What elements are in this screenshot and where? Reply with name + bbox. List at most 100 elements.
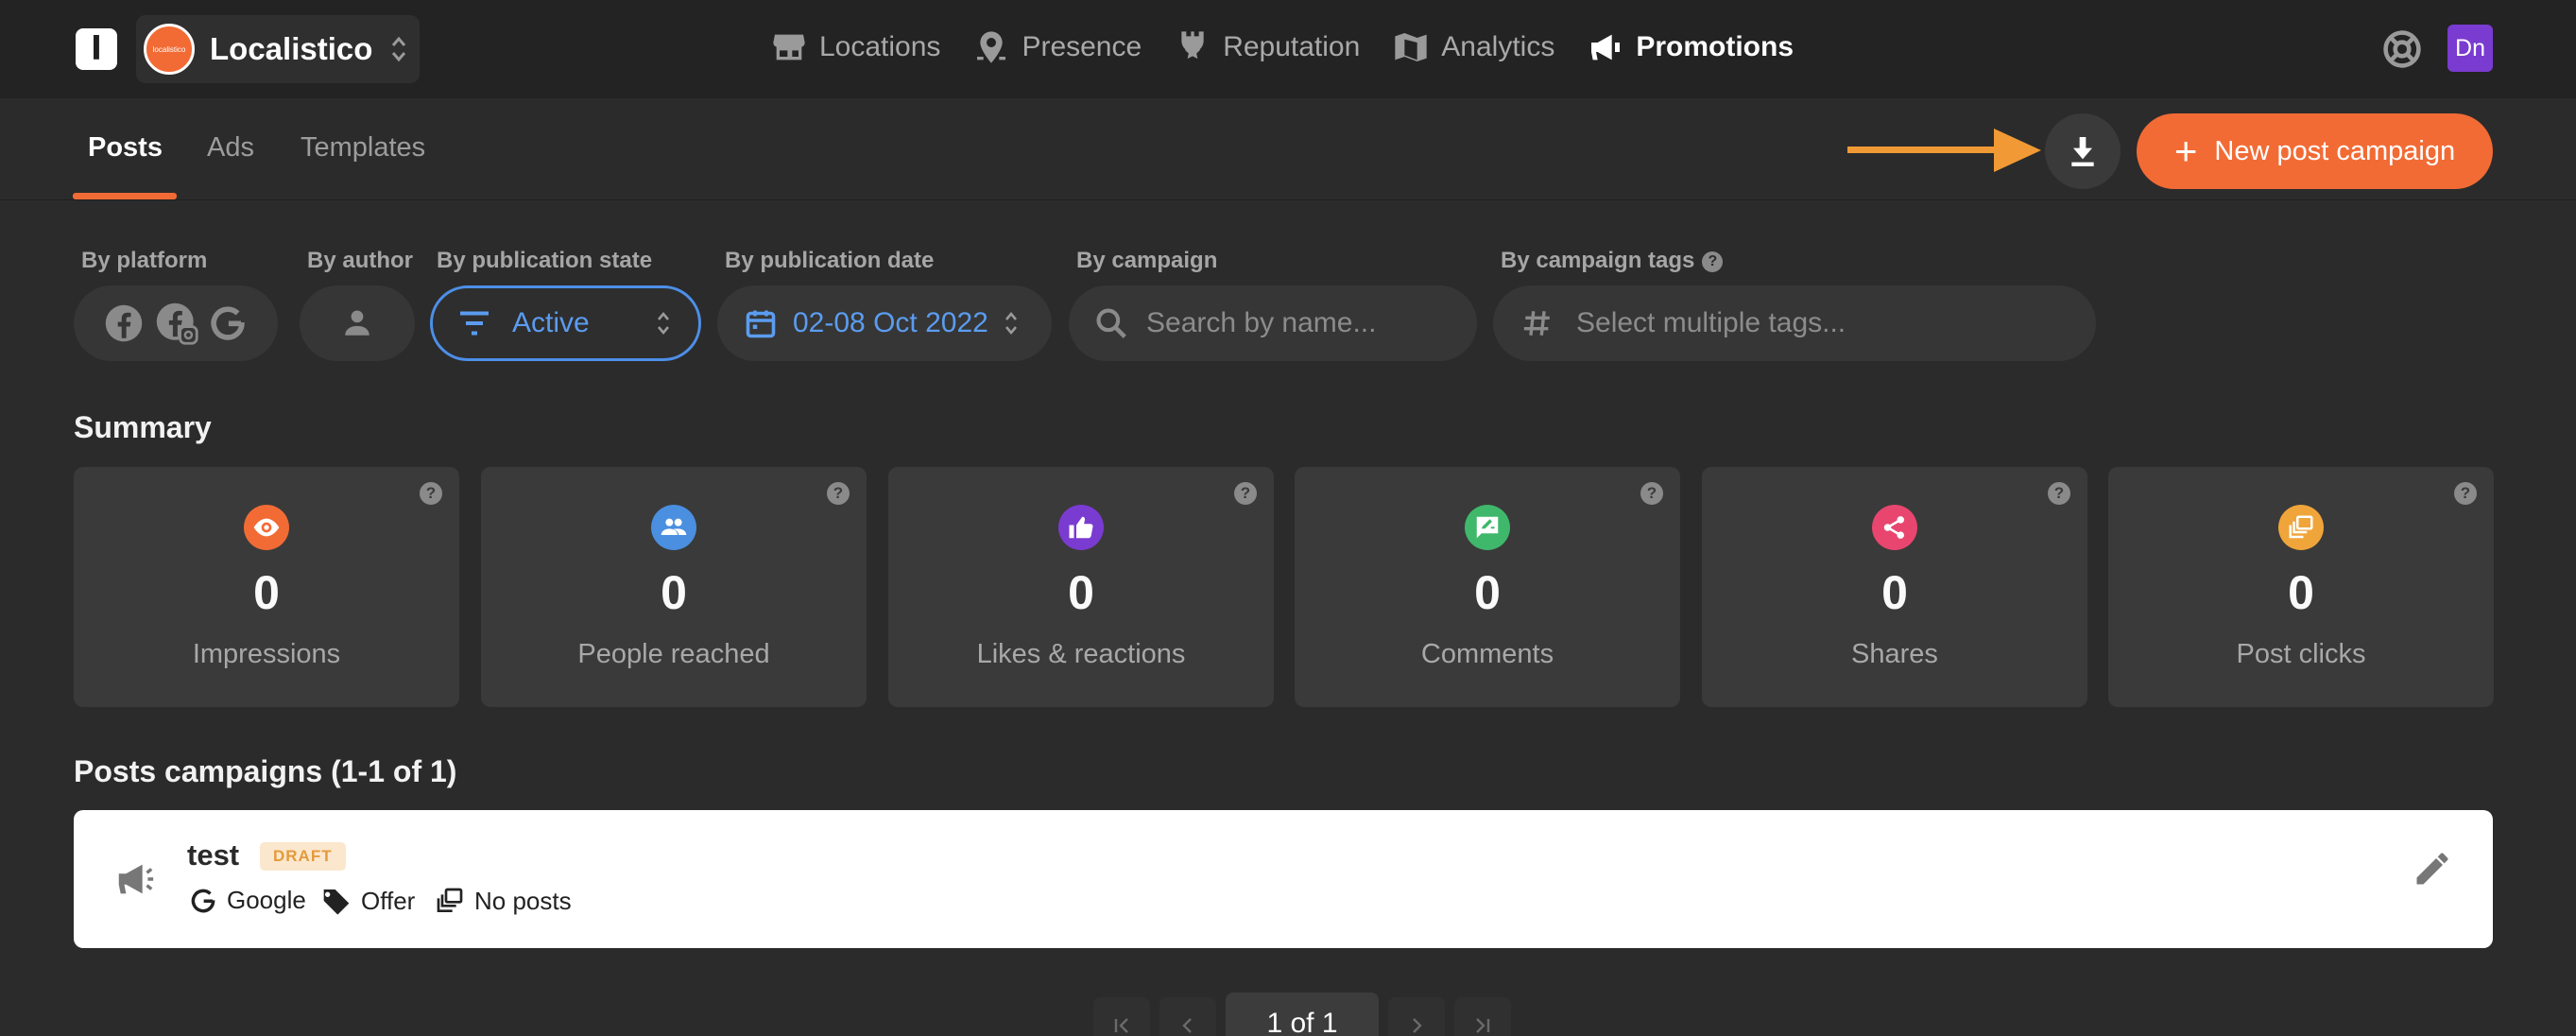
person-icon: [345, 310, 369, 336]
summary-card-shares: ? 0 Shares: [1702, 467, 2087, 707]
posts-label: No posts: [474, 886, 572, 915]
campaign-search-placeholder: Search by name...: [1146, 307, 1377, 338]
people-reached-label: People reached: [577, 639, 770, 669]
hashtag-icon: [1523, 311, 1550, 336]
nav-presence[interactable]: Presence: [972, 28, 1142, 66]
author-filter[interactable]: [300, 285, 415, 361]
filter-date-label: By publication date: [725, 248, 935, 273]
org-switcher[interactable]: localistico Localistico: [136, 15, 420, 83]
google-icon: [211, 306, 245, 340]
nav-label: Analytics: [1441, 31, 1555, 62]
nav-label: Locations: [819, 31, 941, 62]
prev-page-icon[interactable]: [1159, 997, 1216, 1036]
app-logo[interactable]: l: [76, 28, 117, 70]
download-button[interactable]: [2045, 113, 2121, 189]
campaign-type: Offer: [321, 886, 415, 916]
summary-title: Summary: [74, 410, 212, 444]
last-page-icon[interactable]: [1454, 997, 1511, 1036]
new-post-campaign-button[interactable]: + New post campaign: [2137, 113, 2493, 189]
arrow-annotation-icon: [1847, 129, 2041, 172]
people-icon: [651, 505, 696, 550]
nav-locations[interactable]: Locations: [770, 28, 940, 66]
likes-value: 0: [1068, 566, 1094, 619]
page-indicator: 1 of 1: [1226, 993, 1379, 1036]
help-icon[interactable]: ?: [2048, 482, 2070, 505]
tab-templates[interactable]: Templates: [301, 132, 425, 164]
people-reached-value: 0: [661, 566, 687, 619]
facebook-icon: [105, 304, 143, 342]
clicks-icon: [2278, 505, 2324, 550]
impressions-label: Impressions: [192, 639, 341, 669]
google-icon: [191, 889, 215, 912]
help-icon[interactable]: ?: [2454, 482, 2477, 505]
tab-posts[interactable]: Posts: [88, 132, 163, 164]
help-icon[interactable]: ?: [1640, 482, 1663, 505]
publication-date-filter[interactable]: 02-08 Oct 2022: [717, 285, 1052, 361]
new-campaign-label: New post campaign: [2214, 135, 2456, 166]
share-icon: [1872, 505, 1917, 550]
store-icon: [773, 34, 805, 60]
award-star-icon: [1181, 31, 1204, 60]
campaign-platform: Google: [189, 886, 306, 915]
help-icon[interactable]: ?: [1234, 482, 1257, 505]
nav-reputation[interactable]: Reputation: [1174, 28, 1360, 66]
status-badge: DRAFT: [260, 842, 346, 871]
help-icon[interactable]: ?: [420, 482, 442, 505]
nav-analytics[interactable]: Analytics: [1392, 28, 1554, 66]
summary-card-impressions: ? 0 Impressions: [74, 467, 459, 707]
megaphone-icon: [118, 864, 154, 894]
filter-platform-label: By platform: [81, 248, 208, 273]
campaign-search-input[interactable]: Search by name...: [1069, 285, 1477, 361]
org-name: Localistico: [210, 31, 373, 66]
calendar-icon: [746, 310, 776, 338]
tag-icon: [323, 889, 350, 915]
post-clicks-label: Post clicks: [2236, 639, 2366, 669]
summary-card-post-clicks: ? 0 Post clicks: [2108, 467, 2494, 707]
org-avatar: localistico: [144, 24, 195, 75]
publication-state-filter[interactable]: Active: [430, 285, 701, 361]
edit-pencil-icon[interactable]: [2412, 848, 2453, 889]
next-page-icon[interactable]: [1388, 997, 1445, 1036]
thumbs-up-icon: [1058, 505, 1104, 550]
user-avatar[interactable]: Dn: [2447, 25, 2493, 72]
shares-value: 0: [1881, 566, 1908, 619]
location-pin-icon: [977, 31, 1006, 63]
tab-ads[interactable]: Ads: [207, 132, 254, 164]
lifebuoy-icon[interactable]: [2381, 28, 2423, 75]
campaign-row[interactable]: test DRAFT Google Offer No posts: [74, 810, 2493, 948]
filter-icon: [460, 311, 489, 336]
shares-label: Shares: [1851, 639, 1938, 669]
campaign-name[interactable]: test: [187, 838, 239, 872]
first-page-icon[interactable]: [1093, 997, 1150, 1036]
summary-card-likes: ? 0 Likes & reactions: [888, 467, 1274, 707]
impressions-value: 0: [253, 566, 280, 619]
main-nav: Locations Presence Reputation Analytics …: [770, 21, 1826, 74]
date-value: 02-08 Oct 2022: [793, 307, 988, 338]
active-tab-indicator: [73, 193, 177, 199]
help-icon[interactable]: ?: [827, 482, 850, 505]
post-clicks-value: 0: [2288, 566, 2314, 619]
comments-value: 0: [1474, 566, 1501, 619]
filter-state-label: By publication state: [437, 248, 653, 273]
campaign-tags-select[interactable]: Select multiple tags...: [1493, 285, 2096, 361]
comment-icon: [1465, 505, 1510, 550]
eye-icon: [244, 505, 289, 550]
chevron-up-down-icon: [391, 35, 406, 63]
top-bar: l localistico Localistico Locations Pres…: [0, 0, 2576, 98]
platform-label: Google: [227, 886, 306, 914]
filter-tags-label-text: By campaign tags: [1501, 248, 1695, 273]
search-icon: [1096, 308, 1126, 338]
platform-filter[interactable]: [74, 285, 278, 361]
plus-icon: +: [2173, 129, 2198, 173]
help-icon[interactable]: ?: [1702, 250, 1724, 272]
download-icon: [2071, 137, 2094, 166]
type-label: Offer: [361, 886, 416, 915]
posts-stack-icon: [437, 888, 463, 912]
nav-promotions[interactable]: Promotions: [1587, 28, 1794, 66]
comments-label: Comments: [1420, 639, 1554, 669]
facebook-instagram-icon: [156, 302, 198, 345]
filter-campaign-label: By campaign: [1076, 248, 1218, 273]
nav-label: Reputation: [1223, 31, 1361, 62]
campaign-posts-count: No posts: [435, 886, 572, 916]
nav-label: Presence: [1022, 31, 1142, 62]
